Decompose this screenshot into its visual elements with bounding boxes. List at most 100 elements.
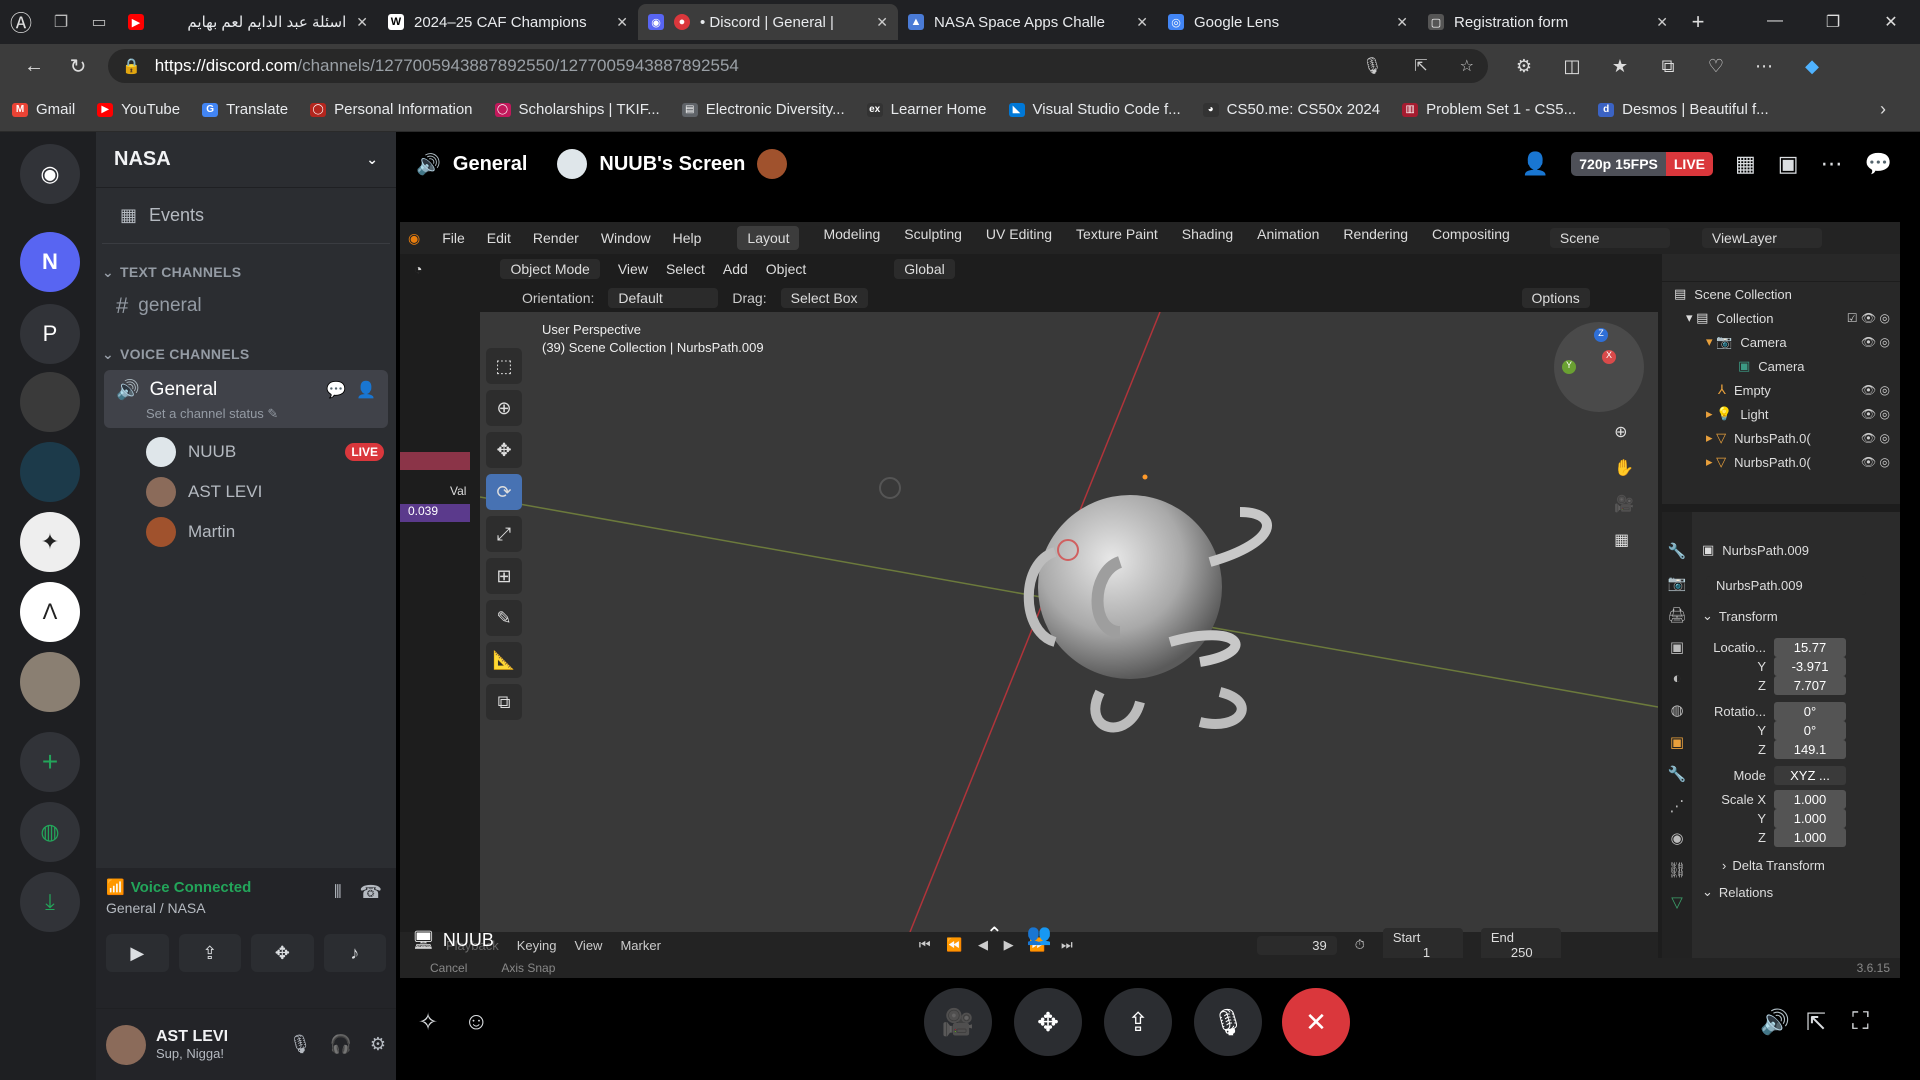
activities-button[interactable]: ✥ <box>1014 988 1082 1056</box>
text-channels-category[interactable]: ⌄ TEXT CHANNELS <box>96 260 396 284</box>
maximize-button[interactable]: ❐ <box>1804 12 1862 32</box>
avatar[interactable] <box>106 1024 146 1065</box>
close-icon[interactable]: ✕ <box>1396 14 1408 31</box>
chat-bubble-icon[interactable]: 💬 <box>326 380 346 400</box>
microphone-button[interactable]: 🎙 <box>1194 988 1262 1056</box>
close-icon[interactable]: ✕ <box>616 14 628 31</box>
add-friend-icon[interactable]: 👤 <box>1522 151 1549 177</box>
microphone-icon[interactable]: 🎙 <box>1362 56 1382 76</box>
tab-discord[interactable]: ◉ ● • Discord | General | ✕ <box>638 4 898 40</box>
server-avatar[interactable] <box>20 442 80 502</box>
server-avatar[interactable]: Λ <box>20 582 80 642</box>
bookmark-personal-information[interactable]: ◯ Personal Information <box>310 101 473 118</box>
blender-screen-share[interactable]: ◉ File Edit Render Window Help Layout Modeli… <box>400 222 1900 978</box>
voice-user-nuub[interactable]: NUUB LIVE <box>96 432 396 472</box>
channel-panel: NASA ⌄ ▦ Events ⌄ TEXT CHANNELS # general … <box>96 132 396 1080</box>
collections-icon[interactable]: ⧉ <box>1644 56 1692 77</box>
events-row[interactable]: ▦ Events <box>102 188 390 244</box>
download-icon[interactable]: ⤓ <box>20 872 80 932</box>
screen-share-button[interactable]: ⇪ <box>1104 988 1172 1056</box>
split-screen-icon[interactable]: ◫ <box>1548 56 1596 77</box>
disconnect-icon[interactable]: ☎ <box>360 882 382 903</box>
tab-youtube[interactable]: ▶ اسئلة عبد الدايم لعم بهايم ✕ <box>118 4 378 40</box>
copilot-icon[interactable]: ◆ <box>1788 56 1836 77</box>
soundboard-button[interactable]: ♪ <box>323 934 386 972</box>
cast-icon[interactable]: ⇱ <box>1414 56 1427 76</box>
tab-nasa[interactable]: ▲ NASA Space Apps Challe ✕ <box>898 4 1158 40</box>
more-options-icon[interactable]: ⋯ <box>1821 151 1843 177</box>
chat-icon[interactable]: 💬 <box>1865 151 1892 177</box>
bookmark-desmos[interactable]: d Desmos | Beautiful f... <box>1598 101 1769 118</box>
activities-button[interactable]: ✥ <box>251 934 314 972</box>
noise-suppression-icon[interactable]: ⫴ <box>334 882 342 903</box>
server-avatar[interactable]: ✦ <box>20 512 80 572</box>
chevron-up-icon[interactable]: ⌃ <box>986 922 1003 947</box>
lock-icon[interactable]: 🔒 <box>122 57 141 75</box>
discord-home-icon[interactable]: ◉ <box>20 144 80 204</box>
close-icon[interactable]: ✕ <box>1656 14 1668 31</box>
emoji-icon[interactable]: ☺ <box>464 1008 489 1036</box>
grid-view-icon[interactable]: ▦ <box>1735 151 1756 177</box>
popout-icon[interactable]: ⇱ <box>1806 1008 1826 1037</box>
camera-button[interactable]: ▶ <box>106 934 169 972</box>
participants-icon[interactable]: 👥 <box>1027 922 1052 947</box>
server-header[interactable]: NASA ⌄ <box>96 132 396 188</box>
volume-icon[interactable]: 🔊 <box>1760 1008 1790 1037</box>
soundboard-icon[interactable]: ✧ <box>418 1008 438 1037</box>
tab-registration[interactable]: ▢ Registration form ✕ <box>1418 4 1678 40</box>
leave-call-button[interactable]: ✕ <box>1282 988 1350 1056</box>
user-info[interactable]: AST LEVI Sup, Nigga! <box>156 1028 228 1061</box>
settings-gear-icon[interactable]: ⚙ <box>370 1034 386 1055</box>
bookmark-gmail[interactable]: M Gmail <box>12 101 75 118</box>
bookmark-learner-home[interactable]: ex Learner Home <box>866 101 987 118</box>
url-text[interactable]: https://discord.com/channels/12770059438… <box>155 56 1330 76</box>
chevron-right-icon[interactable]: › <box>1880 99 1886 120</box>
headphones-icon[interactable]: 🎧 <box>329 1034 351 1055</box>
screen-share-button[interactable]: ⇪ <box>178 934 241 972</box>
channel-status[interactable]: Set a channel status <box>146 406 264 421</box>
extensions-icon[interactable]: ⚙ <box>1500 56 1548 77</box>
workspaces-icon[interactable]: ❐ <box>42 12 80 32</box>
add-server-icon[interactable]: + <box>20 732 80 792</box>
microphone-icon[interactable]: 🎙 <box>289 1034 312 1055</box>
server-avatar[interactable] <box>20 652 80 712</box>
bookmark-scholarships[interactable]: ◯ Scholarships | TKIF... <box>494 101 660 118</box>
bookmark-youtube[interactable]: ▶ YouTube <box>97 101 180 118</box>
minimize-button[interactable]: — <box>1746 12 1804 32</box>
voice-channel-general[interactable]: 🔊 General Set a channel status ✎ 💬 👤 <box>104 370 388 428</box>
new-tab-button[interactable]: + <box>1678 9 1718 35</box>
invite-icon[interactable]: 👤 <box>356 380 376 400</box>
more-menu-icon[interactable]: ⋯ <box>1740 56 1788 77</box>
close-icon[interactable]: ✕ <box>356 14 368 31</box>
performance-icon[interactable]: ♡ <box>1692 56 1740 77</box>
url-field[interactable]: 🔒 https://discord.com/channels/127700594… <box>108 49 1488 83</box>
tab-google-lens[interactable]: ◎ Google Lens ✕ <box>1158 4 1418 40</box>
server-p[interactable]: P <box>20 304 80 364</box>
popout-icon[interactable]: ▣ <box>1778 151 1799 177</box>
close-icon[interactable]: ✕ <box>1136 14 1148 31</box>
server-avatar[interactable] <box>20 372 80 432</box>
close-window-button[interactable]: ✕ <box>1862 12 1920 32</box>
fullscreen-icon[interactable]: ⛶ <box>1852 1008 1869 1036</box>
voice-channels-category[interactable]: ⌄ VOICE CHANNELS <box>96 342 396 366</box>
bookmark-vscode[interactable]: ◣ Visual Studio Code f... <box>1008 101 1181 118</box>
bookmark-electronic-diversity[interactable]: ▤ Electronic Diversity... <box>681 101 845 118</box>
voice-user-ast-levi[interactable]: AST LEVI <box>96 472 396 512</box>
tab-wikipedia[interactable]: W 2024–25 CAF Champions ✕ <box>378 4 638 40</box>
close-icon[interactable]: ✕ <box>876 14 888 31</box>
favorite-star-icon[interactable]: ☆ <box>1460 56 1474 76</box>
channel-general[interactable]: # general <box>104 286 388 326</box>
reload-button[interactable]: ↻ <box>56 54 100 79</box>
bookmark-cs50[interactable]: ◕ CS50.me: CS50x 2024 <box>1202 101 1380 118</box>
browser-logo-icon[interactable]: Ⓐ <box>0 6 42 38</box>
bookmark-translate[interactable]: G Translate <box>202 101 288 118</box>
voice-user-martin[interactable]: Martin <box>96 512 396 552</box>
discord-app: ◉ N P ✦ Λ + ◍ ⤓ NASA ⌄ ▦ Events ⌄ TEXT CH… <box>0 132 1920 1080</box>
bookmark-problem-set[interactable]: ▥ Problem Set 1 - CS5... <box>1402 101 1576 118</box>
back-button[interactable]: ← <box>12 55 56 78</box>
server-nasa[interactable]: N <box>20 232 80 292</box>
favorites-icon[interactable]: ★ <box>1596 56 1644 77</box>
camera-toggle-button[interactable]: 🎥 <box>924 988 992 1056</box>
tab-actions-icon[interactable]: ▭ <box>80 12 118 32</box>
explore-icon[interactable]: ◍ <box>20 802 80 862</box>
